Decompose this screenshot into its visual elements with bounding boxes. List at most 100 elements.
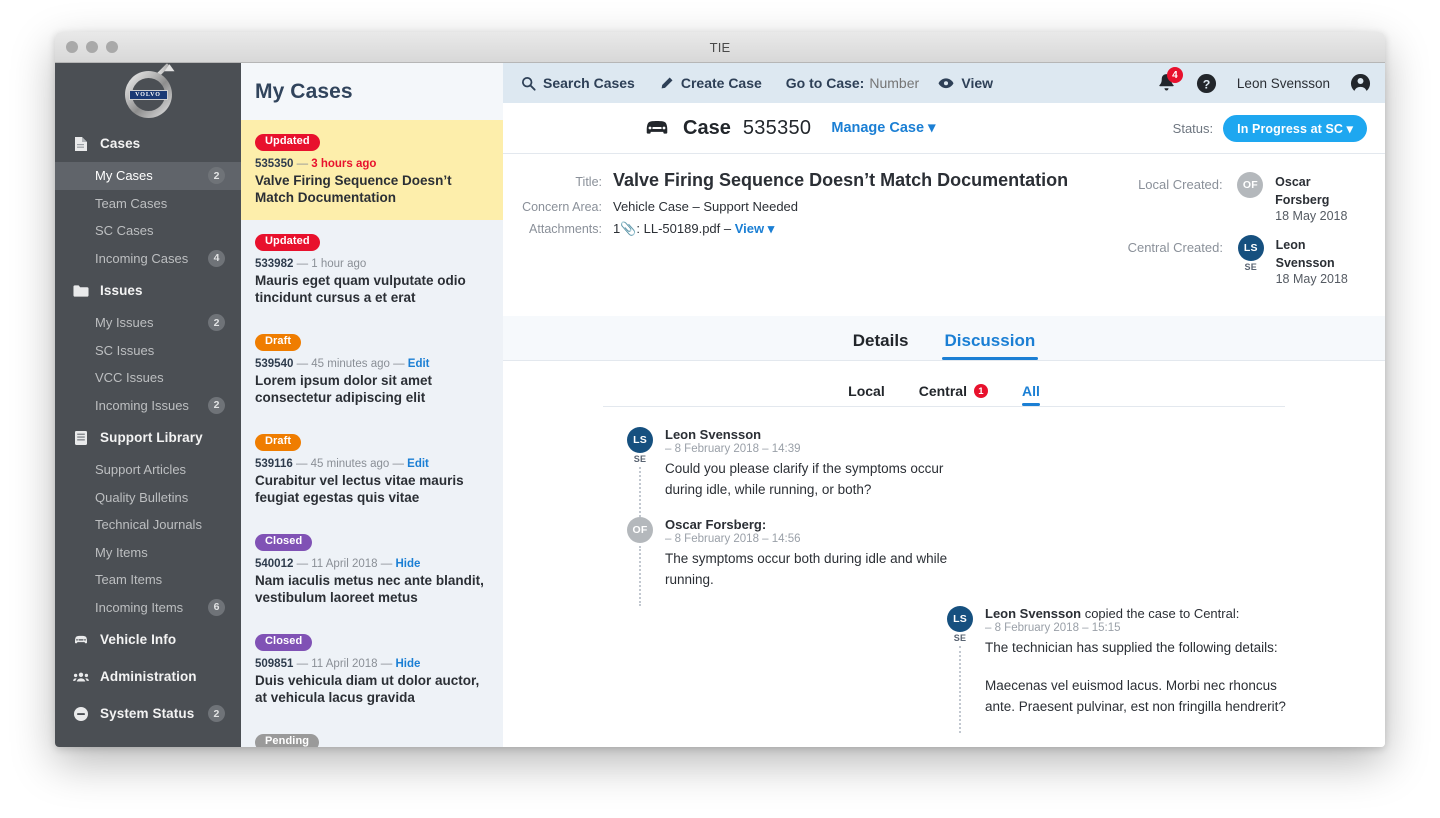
subtab-all[interactable]: All xyxy=(1021,383,1040,406)
case-list-item[interactable]: Draft 539116 — 45 minutes ago — Edit Curab… xyxy=(241,420,503,520)
created-date: 18 May 2018 xyxy=(1275,209,1348,223)
sidebar-item-incoming-items[interactable]: Incoming Items 6 xyxy=(55,594,241,622)
case-list-item[interactable]: Pending522326 — Yesterday 16:58Aliquam q… xyxy=(241,720,503,747)
subtab-label: All xyxy=(1021,383,1040,399)
goto-case-input[interactable] xyxy=(869,75,932,91)
concern-area-row: Concern Area: Vehicle Case – Support Nee… xyxy=(503,199,1115,214)
sidebar-item-label: Incoming Items xyxy=(95,599,184,615)
tab-details[interactable]: Details xyxy=(853,331,909,360)
sidebar-item-incoming-cases[interactable]: Incoming Cases 4 xyxy=(55,245,241,273)
case-item-time: 3 hours ago xyxy=(311,157,377,170)
app-toolbar: Search Cases Create Case Go to Case: Num… xyxy=(503,63,1385,103)
case-item-number: 539116 xyxy=(255,457,293,470)
sidebar-item-badge: 4 xyxy=(208,249,225,267)
sidebar-item-label: My Items xyxy=(95,544,148,560)
case-item-title: Valve Firing Sequence Doesn’t Match Docu… xyxy=(255,172,452,205)
sidebar-section-administration[interactable]: Administration xyxy=(55,658,241,695)
case-created-row: Central Created: LS SE Leon Svensson 18 May … xyxy=(1115,235,1367,286)
case-list-item[interactable]: Draft 539540 — 45 minutes ago — Edit Lorem… xyxy=(241,320,503,420)
case-word-label: Case xyxy=(683,116,731,139)
sidebar-item-label: My Issues xyxy=(95,315,154,331)
sidebar-item-label: Quality Bulletins xyxy=(95,489,189,505)
sidebar-section-label: Issues xyxy=(100,283,143,298)
view-label: View xyxy=(961,75,994,91)
subtab-central[interactable]: Central 1 xyxy=(919,383,988,406)
message-author-name: Leon Svensson xyxy=(985,606,1082,622)
message-text: The symptoms occur both during idle and … xyxy=(665,548,967,591)
case-list-item[interactable]: Closed 540012 — 11 April 2018 — Hide Nam i… xyxy=(241,520,503,620)
sidebar-section-vehicle-info[interactable]: Vehicle Info xyxy=(55,621,241,658)
book-icon xyxy=(73,430,89,446)
status-badge: Closed xyxy=(255,633,313,651)
sidebar-item-badge: 2 xyxy=(208,396,225,414)
sidebar-section-issues[interactable]: Issues xyxy=(55,272,241,309)
case-number: 535350 xyxy=(742,116,812,139)
status-badge: Updated xyxy=(255,233,320,251)
case-created-row: Local Created: OF Oscar Forsberg 18 May 201… xyxy=(1115,172,1367,223)
sidebar-item-label: Support Articles xyxy=(95,462,187,478)
case-item-action-link[interactable]: Hide xyxy=(395,558,420,570)
paperclip-icon: 📎 xyxy=(620,220,637,236)
pencil-icon xyxy=(659,76,674,91)
timeline-connector xyxy=(959,646,961,734)
sidebar-item-label: Incoming Issues xyxy=(95,397,189,413)
window-title: TIE xyxy=(709,39,731,55)
message-author: Leon Svensson xyxy=(665,427,967,442)
sidebar-item-support-articles[interactable]: Support Articles xyxy=(55,456,241,484)
subtab-local[interactable]: Local xyxy=(848,383,885,406)
case-item-action-link[interactable]: Edit xyxy=(407,458,429,470)
created-person-name: Oscar Forsberg xyxy=(1275,175,1330,207)
attachment-filename: : LL-50189.pdf – xyxy=(636,220,735,236)
tab-discussion[interactable]: Discussion xyxy=(941,331,1038,360)
sidebar-item-vcc-issues[interactable]: VCC Issues xyxy=(55,364,241,392)
sidebar-item-my-items[interactable]: My Items xyxy=(55,539,241,567)
avatar: LS xyxy=(1237,235,1264,261)
case-item-action-link[interactable]: Hide xyxy=(395,658,420,670)
sidebar-item-sc-cases[interactable]: SC Cases xyxy=(55,217,241,245)
discussion-thread: LS SE Leon Svensson – 8 February 2018 – 14:… xyxy=(503,407,1385,747)
view-case-button[interactable]: View xyxy=(938,75,993,91)
notification-count-badge: 4 xyxy=(1166,67,1183,83)
sidebar-item-label: VCC Issues xyxy=(95,370,164,386)
case-item-meta: 540012 — 11 April 2018 — Hide xyxy=(255,557,421,570)
case-item-action-link[interactable]: Edit xyxy=(408,358,430,370)
case-list-item[interactable]: Updated 533982 — 1 hour ago Mauris eget qu… xyxy=(241,220,503,320)
sidebar-section-system-status[interactable]: System Status 2 xyxy=(55,695,241,732)
case-list-panel: My Cases Updated 535350 — 3 hours ago Valv… xyxy=(241,63,503,747)
search-icon xyxy=(521,76,536,91)
case-list-item[interactable]: Closed 509851 — 11 April 2018 — Hide Duis … xyxy=(241,620,503,720)
sidebar-section-label: System Status xyxy=(100,706,195,721)
search-cases-button[interactable]: Search Cases xyxy=(521,75,635,91)
case-item-number: 533982 xyxy=(255,257,294,270)
case-item-meta: 539116 — 45 minutes ago — Edit xyxy=(255,457,429,470)
case-item-time: 11 April 2018 xyxy=(311,657,378,670)
avatar-country-label: SE xyxy=(1244,262,1258,272)
attachments-row: Attachments: 1📎: LL-50189.pdf – View ▾ xyxy=(503,221,1115,237)
attachment-view-link[interactable]: View ▾ xyxy=(735,221,775,236)
create-case-button[interactable]: Create Case xyxy=(659,75,762,91)
subtab-label: Local xyxy=(848,383,885,399)
sidebar-item-team-items[interactable]: Team Items xyxy=(55,566,241,594)
avatar[interactable] xyxy=(1350,73,1371,94)
manage-case-dropdown[interactable]: Manage Case ▾ xyxy=(831,120,935,136)
status-badge[interactable]: In Progress at SC ▾ xyxy=(1223,114,1367,142)
sidebar-item-my-cases[interactable]: My Cases 2 xyxy=(55,162,241,190)
help-icon[interactable]: ? xyxy=(1196,73,1217,94)
avatar: LS xyxy=(947,606,973,633)
sidebar-section-cases[interactable]: Cases xyxy=(55,125,241,162)
message-paragraph: The symptoms occur both during idle and … xyxy=(665,550,948,587)
message-author: Leon Svensson copied the case to Central… xyxy=(985,606,1287,621)
sidebar-item-team-cases[interactable]: Team Cases xyxy=(55,190,241,218)
case-list-item[interactable]: Updated 535350 — 3 hours ago Valve Firing … xyxy=(241,120,503,221)
sidebar-item-my-issues[interactable]: My Issues 2 xyxy=(55,309,241,337)
sidebar-item-sc-issues[interactable]: SC Issues xyxy=(55,337,241,365)
volvo-logo[interactable]: VOLVO xyxy=(55,63,241,125)
sidebar-section-badge: 2 xyxy=(208,705,225,722)
main-panel: Search Cases Create Case Go to Case: Num… xyxy=(503,63,1385,747)
sidebar-item-technical-journals[interactable]: Technical Journals xyxy=(55,511,241,539)
sidebar-item-incoming-issues[interactable]: Incoming Issues 2 xyxy=(55,392,241,420)
sidebar-item-quality-bulletins[interactable]: Quality Bulletins xyxy=(55,484,241,512)
subtab-badge: 1 xyxy=(973,384,988,398)
sidebar-section-support-library[interactable]: Support Library xyxy=(55,419,241,456)
notifications-button[interactable]: 4 xyxy=(1157,67,1183,93)
